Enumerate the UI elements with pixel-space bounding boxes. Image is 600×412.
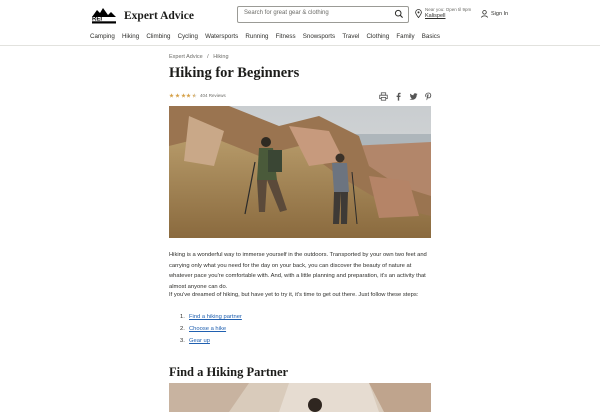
share-bar [379, 92, 433, 101]
store-status: Near you: Open til 9pm [425, 7, 472, 12]
nav-item-fitness[interactable]: Fitness [276, 33, 296, 43]
breadcrumb: Expert Advice / Hiking [169, 54, 229, 60]
star-icon [180, 93, 186, 98]
brand-title[interactable]: Expert Advice [124, 10, 194, 22]
star-icon [169, 93, 174, 98]
hero-image [169, 106, 431, 238]
steps-intro-paragraph: If you've dreamed of hiking, but have ye… [169, 292, 419, 298]
section-heading: Find a Hiking Partner [169, 365, 289, 379]
site-header: REI Expert Advice Search for great gear … [0, 0, 600, 46]
twitter-icon[interactable] [409, 92, 418, 101]
pinterest-icon[interactable] [424, 92, 433, 101]
star-icon [186, 93, 192, 98]
search-box[interactable]: Search for great gear & clothing [237, 6, 409, 23]
facebook-icon[interactable] [394, 92, 403, 101]
step-link-choose-hike[interactable]: Choose a hike [189, 326, 226, 332]
step-number: 3. [180, 338, 185, 344]
user-icon [481, 10, 488, 18]
rei-logo[interactable]: REI [91, 7, 117, 24]
breadcrumb-hiking[interactable]: Hiking [213, 54, 228, 60]
star-rating[interactable]: 404 Reviews [169, 93, 226, 98]
nav-item-camping[interactable]: Camping [90, 33, 115, 43]
step-number: 1. [180, 314, 185, 320]
nav-item-running[interactable]: Running [245, 33, 268, 43]
search-input[interactable]: Search for great gear & clothing [244, 10, 329, 16]
sign-in-label: Sign In [491, 11, 509, 17]
category-nav: Camping Hiking Climbing Cycling Waterspo… [90, 33, 447, 43]
page-title: Hiking for Beginners [169, 65, 300, 81]
step-number: 2. [180, 326, 185, 332]
nav-item-family[interactable]: Family [396, 33, 414, 43]
nav-item-travel[interactable]: Travel [342, 33, 359, 43]
location-pin-icon [415, 9, 422, 18]
step-link-gear-up[interactable]: Gear up [189, 338, 210, 344]
store-name-link[interactable]: Kalispell [425, 13, 445, 19]
print-icon[interactable] [379, 92, 388, 101]
star-half-icon [192, 93, 197, 98]
star-icon [174, 93, 180, 98]
step-link-find-partner[interactable]: Find a hiking partner [189, 314, 242, 320]
nav-item-cycling[interactable]: Cycling [178, 33, 198, 43]
breadcrumb-expert-advice[interactable]: Expert Advice [169, 54, 203, 60]
breadcrumb-separator: / [207, 54, 209, 60]
nav-item-snowsports[interactable]: Snowsports [303, 33, 335, 43]
nav-item-clothing[interactable]: Clothing [366, 33, 389, 43]
nav-item-climbing[interactable]: Climbing [146, 33, 170, 43]
search-icon[interactable] [394, 9, 404, 19]
section-image [169, 383, 431, 412]
intro-paragraph: Hiking is a wonderful way to immerse you… [169, 252, 427, 290]
nav-item-watersports[interactable]: Watersports [205, 33, 238, 43]
nav-item-basics[interactable]: Basics [422, 33, 440, 43]
review-count[interactable]: 404 Reviews [200, 93, 226, 98]
nav-item-hiking[interactable]: Hiking [122, 33, 139, 43]
